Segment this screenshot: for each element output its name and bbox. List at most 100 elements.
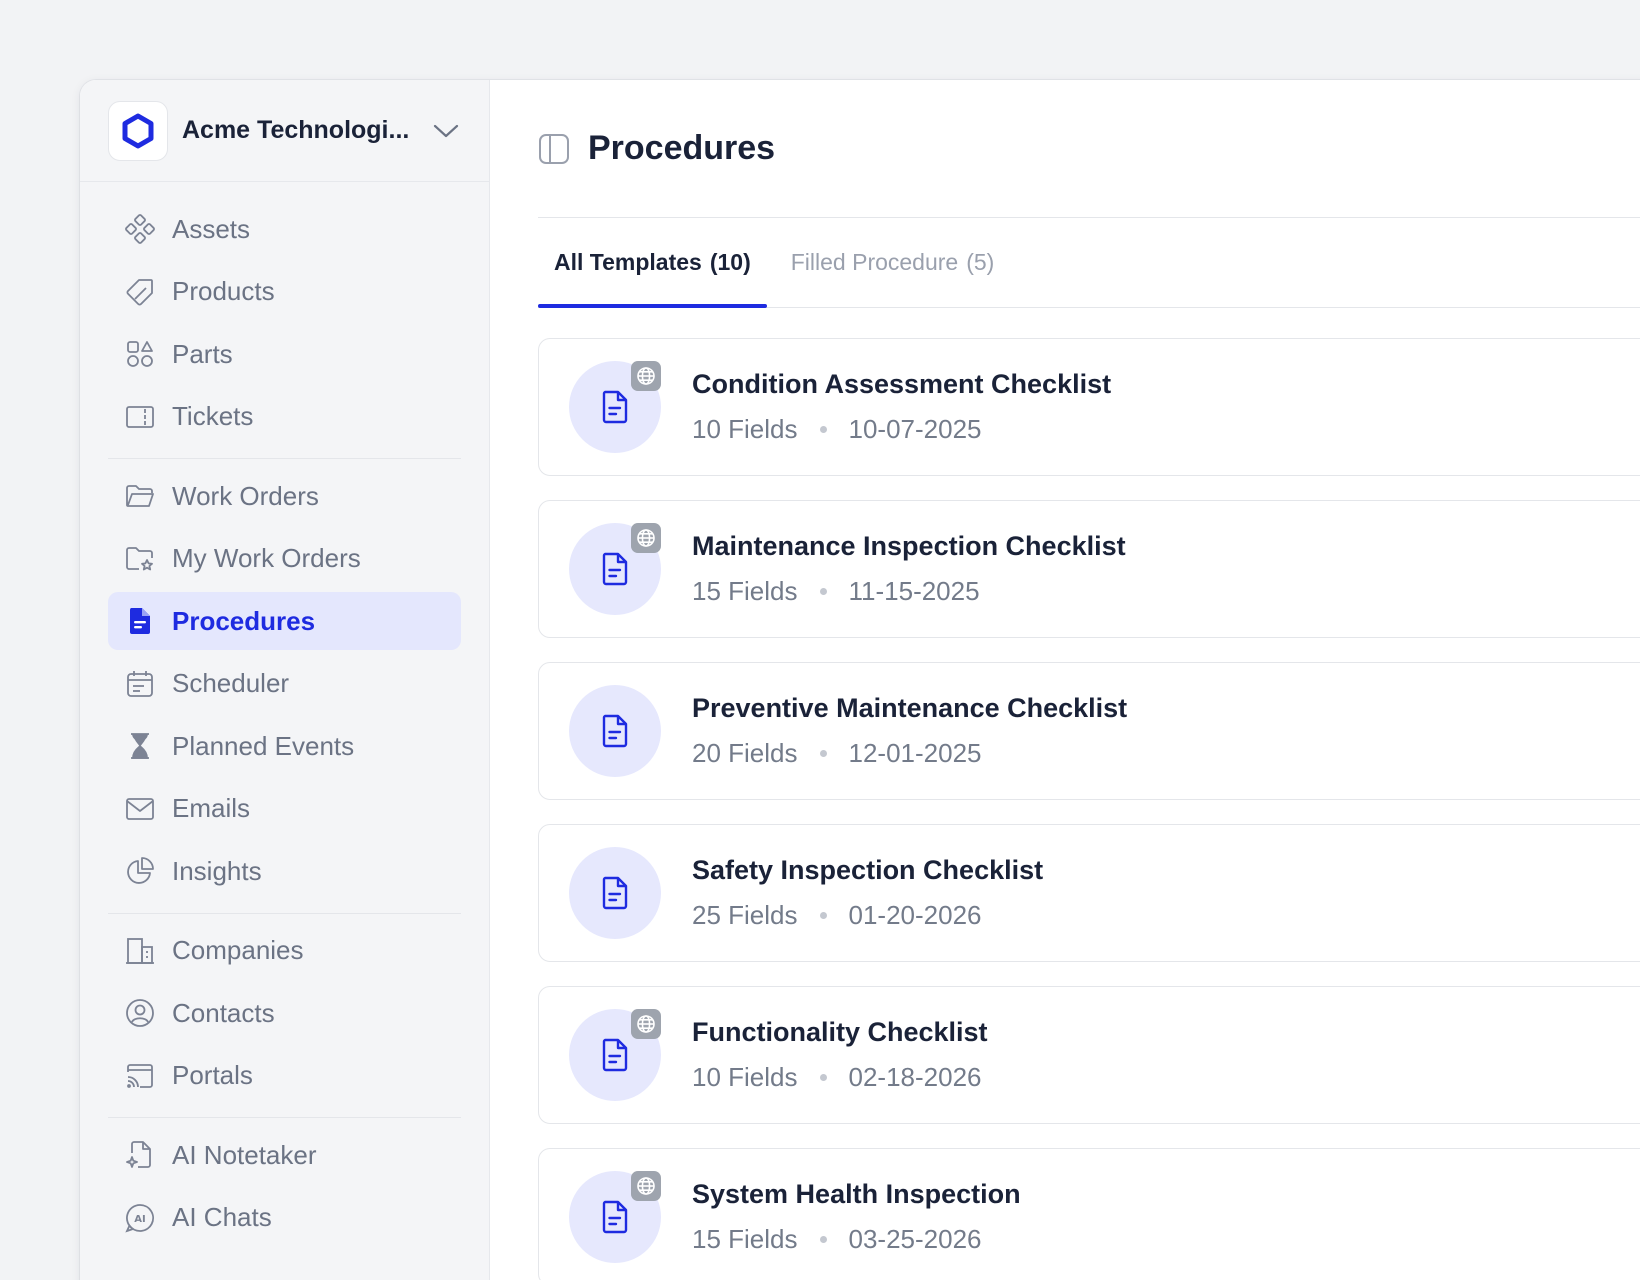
procedure-title: System Health Inspection: [692, 1179, 1021, 1209]
sidebar-item-label: Work Orders: [172, 480, 319, 511]
procedure-icon-wrap: [569, 1009, 661, 1101]
sidebar-item-insights[interactable]: Insights: [108, 842, 461, 900]
sidebar-item-procedures[interactable]: Procedures: [108, 592, 461, 650]
main-content: Procedures All Templates (10) Filled Proce…: [490, 80, 1640, 1280]
procedure-date: 02-18-2026: [848, 1062, 982, 1092]
sidebar-item-ai-notetaker[interactable]: AI Notetaker: [108, 1126, 461, 1184]
procedure-meta: 15 Fields 11-15-2025: [692, 576, 1126, 607]
separator-dot: [819, 1074, 827, 1081]
procedure-field-count: 20 Fields: [692, 738, 798, 768]
app-window: Acme Technologi... Assets Products Parts Ti…: [80, 80, 1640, 1280]
procedure-card[interactable]: Condition Assessment Checklist 10 Fields…: [538, 338, 1640, 476]
ticket-icon: [124, 401, 156, 433]
document-icon: [124, 605, 156, 637]
procedure-field-count: 15 Fields: [692, 576, 798, 606]
folder-icon: [124, 480, 156, 512]
procedure-meta: 10 Fields 02-18-2026: [692, 1062, 988, 1093]
page-header: Procedures: [538, 80, 1640, 218]
portal-icon: [124, 1060, 156, 1092]
separator-dot: [819, 750, 827, 757]
procedure-tabs: All Templates (10) Filled Procedure (5): [538, 218, 1640, 308]
sidebar-item-label: Tickets: [172, 401, 254, 431]
procedure-title: Safety Inspection Checklist: [692, 855, 1044, 885]
procedure-card[interactable]: Maintenance Inspection Checklist 15 Fiel…: [538, 500, 1640, 638]
sidebar-item-assets[interactable]: Assets: [108, 200, 461, 258]
procedure-card[interactable]: System Health Inspection 15 Fields 03-25…: [538, 1148, 1640, 1280]
hexagon-logo-icon: [108, 100, 168, 161]
procedure-meta: 20 Fields 12-01-2025: [692, 738, 1127, 769]
sidebar-item-parts[interactable]: Parts: [108, 325, 461, 383]
procedure-title: Functionality Checklist: [692, 1017, 988, 1047]
sidebar-item-label: Assets: [172, 213, 251, 244]
sidebar-item-label: Procedures: [172, 605, 316, 636]
tab-all-templates[interactable]: All Templates (10): [538, 218, 767, 308]
procedure-title: Preventive Maintenance Checklist: [692, 693, 1128, 723]
nav-group: Assets Products Parts Tickets: [108, 200, 461, 458]
tab-count: (10): [709, 249, 751, 275]
nav-divider: [108, 912, 461, 914]
globe-icon: [631, 1009, 661, 1039]
procedure-field-count: 10 Fields: [692, 414, 798, 444]
procedure-field-count: 15 Fields: [692, 1224, 798, 1254]
ai-chat-icon: AI: [124, 1202, 156, 1234]
sidebar-item-label: My Work Orders: [172, 543, 361, 573]
svg-text:AI: AI: [134, 1214, 145, 1225]
pie-chart-icon: [124, 855, 156, 887]
tab-count: (5): [966, 249, 995, 275]
sidebar-item-label: AI Notetaker: [172, 1139, 317, 1170]
procedure-card[interactable]: Functionality Checklist 10 Fields 02-18-…: [538, 986, 1640, 1124]
procedure-meta: 25 Fields 01-20-2026: [692, 900, 1043, 931]
procedure-icon-wrap: [569, 1171, 661, 1263]
document-icon: [569, 847, 661, 939]
nav-group: Work Orders My Work Orders Procedures Sched…: [108, 467, 461, 913]
globe-icon: [631, 1171, 661, 1201]
sidebar-item-label: Parts: [172, 338, 233, 369]
procedure-list: Condition Assessment Checklist 10 Fields…: [538, 338, 1640, 1280]
procedure-meta: 10 Fields 10-07-2025: [692, 414, 1111, 445]
folder-star-icon: [124, 543, 156, 575]
chevron-down-icon: [432, 122, 460, 140]
page-title: Procedures: [588, 129, 776, 167]
procedure-meta: 15 Fields 03-25-2026: [692, 1224, 1021, 1255]
org-switcher[interactable]: Acme Technologi...: [80, 80, 489, 182]
separator-dot: [819, 426, 827, 433]
separator-dot: [819, 588, 827, 595]
sidebar-item-companies[interactable]: Companies: [108, 922, 461, 980]
sidebar-toggle-icon[interactable]: [538, 132, 572, 166]
procedure-card[interactable]: Preventive Maintenance Checklist 20 Fiel…: [538, 662, 1640, 800]
tab-label: All Templates: [554, 249, 702, 275]
sidebar-item-label: Insights: [172, 855, 262, 886]
procedure-card[interactable]: Safety Inspection Checklist 25 Fields 01…: [538, 824, 1640, 962]
sidebar-item-contacts[interactable]: Contacts: [108, 984, 461, 1042]
mail-icon: [124, 793, 156, 825]
nav-group: Companies Contacts Portals: [108, 922, 461, 1118]
sidebar-item-label: Planned Events: [172, 730, 355, 761]
procedure-info: Maintenance Inspection Checklist 15 Fiel…: [692, 531, 1126, 607]
sidebar-item-ai-chats[interactable]: AI AI Chats: [108, 1189, 461, 1247]
nav-group: AI Notetaker AI AI Chats: [108, 1126, 461, 1259]
sidebar-item-planned-events[interactable]: Planned Events: [108, 717, 461, 775]
sidebar-nav: Assets Products Parts Tickets Work Orders My …: [80, 182, 489, 1259]
procedure-date: 11-15-2025: [848, 576, 980, 606]
tab-filled-procedure[interactable]: Filled Procedure (5): [775, 218, 1011, 307]
sidebar-item-my-work-orders[interactable]: My Work Orders: [108, 530, 461, 588]
sidebar-item-label: Emails: [172, 793, 251, 823]
org-name: Acme Technologi...: [182, 116, 410, 144]
procedure-title: Condition Assessment Checklist: [692, 369, 1112, 399]
procedure-info: Preventive Maintenance Checklist 20 Fiel…: [692, 693, 1127, 769]
user-circle-icon: [124, 997, 156, 1029]
tab-label: Filled Procedure: [790, 249, 959, 275]
building-icon: [124, 935, 156, 967]
sidebar-item-emails[interactable]: Emails: [108, 780, 461, 838]
separator-dot: [819, 912, 827, 919]
nav-divider: [108, 1117, 461, 1118]
procedure-info: Functionality Checklist 10 Fields 02-18-…: [692, 1017, 988, 1093]
sidebar-item-work-orders[interactable]: Work Orders: [108, 467, 461, 525]
sidebar-item-portals[interactable]: Portals: [108, 1047, 461, 1105]
sidebar-item-tickets[interactable]: Tickets: [108, 388, 461, 446]
sidebar-item-label: Portals: [172, 1060, 253, 1090]
sidebar-item-scheduler[interactable]: Scheduler: [108, 655, 461, 713]
sidebar-item-products[interactable]: Products: [108, 263, 461, 321]
procedure-date: 03-25-2026: [848, 1224, 982, 1254]
sidebar-item-label: AI Chats: [172, 1202, 272, 1232]
